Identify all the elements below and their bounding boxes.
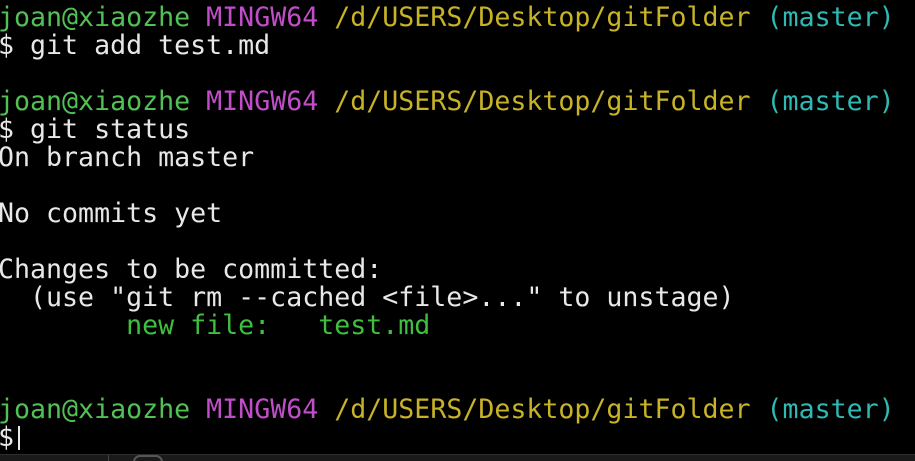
prompt-user-host: joan@xiaozhe (0, 86, 191, 117)
bottom-strip (0, 454, 915, 461)
output-staged-file: new file: test.md (0, 310, 431, 341)
prompt-line-3: joan@xiaozhe MINGW64 /d/USERS/Desktop/gi… (0, 396, 915, 424)
prompt-branch: (master) (766, 394, 895, 425)
prompt-symbol: $ (0, 30, 15, 61)
prompt-path: /d/USERS/Desktop/gitFolder (334, 2, 751, 33)
circle-icon (133, 455, 163, 461)
prompt-path: /d/USERS/Desktop/gitFolder (334, 86, 751, 117)
command-line-status: $ git status (0, 116, 915, 144)
prompt-system: MINGW64 (206, 2, 319, 33)
prompt-user-host: joan@xiaozhe (0, 2, 191, 33)
prompt-branch: (master) (766, 86, 895, 117)
prompt-symbol: $ (0, 114, 15, 145)
prompt-branch: (master) (766, 2, 895, 33)
prompt-system: MINGW64 (206, 394, 319, 425)
bottom-tab (0, 455, 109, 461)
terminal-window[interactable]: joan@xiaozhe MINGW64 /d/USERS/Desktop/gi… (0, 0, 915, 461)
prompt-line-1: joan@xiaozhe MINGW64 /d/USERS/Desktop/gi… (0, 4, 915, 32)
prompt-path: /d/USERS/Desktop/gitFolder (334, 394, 751, 425)
output-branch-line: On branch master (0, 142, 255, 173)
text-cursor (18, 426, 21, 450)
prompt-system: MINGW64 (206, 86, 319, 117)
prompt-line-2: joan@xiaozhe MINGW64 /d/USERS/Desktop/gi… (0, 88, 915, 116)
active-input-line[interactable]: $ (0, 424, 915, 452)
output-changes-header: Changes to be committed: (0, 254, 383, 285)
prompt-user-host: joan@xiaozhe (0, 394, 191, 425)
command-line-add: $ git add test.md (0, 32, 915, 60)
output-commits-line: No commits yet (0, 198, 223, 229)
output-unstage-hint: (use "git rm --cached <file>..." to unst… (0, 282, 735, 313)
prompt-symbol: $ (0, 422, 15, 453)
command-git-status: git status (30, 114, 191, 145)
command-git-add: git add test.md (30, 30, 271, 61)
